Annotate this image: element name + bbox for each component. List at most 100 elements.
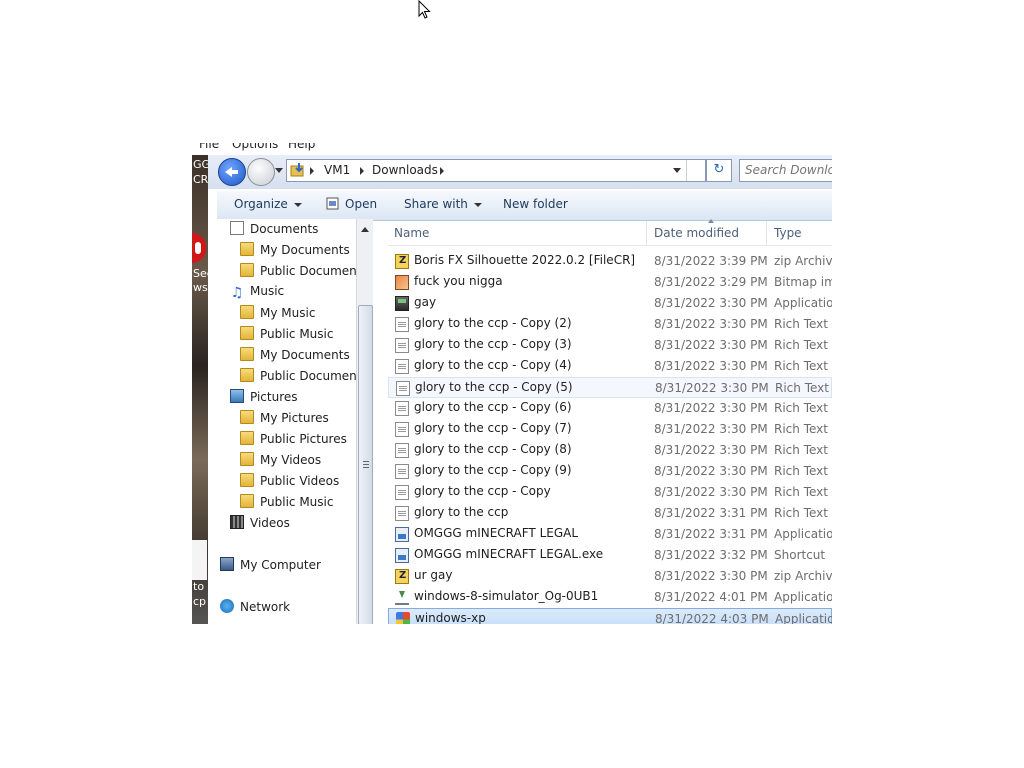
nav-item[interactable]: Network xyxy=(220,599,290,619)
file-row[interactable]: windows-8-simulator_Og-0UB1 8/31/2022 4:0… xyxy=(388,587,832,608)
file-row[interactable]: glory to the ccp - Copy (5) 8/31/2022 3:3… xyxy=(388,377,832,398)
nav-item[interactable]: My Documents xyxy=(240,347,350,367)
file-row[interactable]: ur gay 8/31/2022 3:30 PM zip Archive xyxy=(388,566,832,587)
menu-options[interactable]: Options xyxy=(232,143,278,151)
file-row[interactable]: glory to the ccp - Copy (9) 8/31/2022 3:3… xyxy=(388,461,832,482)
document-icon xyxy=(395,443,409,458)
address-bar[interactable]: VM1 Downloads xyxy=(286,159,706,182)
forward-button[interactable] xyxy=(247,158,275,186)
nav-item[interactable]: ♫ Music xyxy=(230,284,284,304)
search-input[interactable] xyxy=(740,160,832,177)
nav-item[interactable]: Videos xyxy=(230,515,290,535)
file-name: OMGGG mINECRAFT LEGAL xyxy=(414,526,579,540)
folder-icon xyxy=(240,431,254,445)
breadcrumb-separator-icon[interactable] xyxy=(440,167,444,175)
file-row[interactable]: Boris FX Silhouette 2022.0.2 [FileCR] 8/3… xyxy=(388,251,832,272)
nav-item[interactable]: Documents xyxy=(230,221,318,241)
nav-item-label: Public Documents xyxy=(260,264,368,278)
nav-item[interactable]: Public Music xyxy=(240,326,333,346)
nav-item-label: Pictures xyxy=(250,390,298,404)
file-row[interactable]: glory to the ccp - Copy (2) 8/31/2022 3:3… xyxy=(388,314,832,335)
file-type: Shortcut xyxy=(774,548,826,562)
nav-item[interactable]: Public Documents xyxy=(240,263,368,283)
desktop-icon-label: cp xyxy=(193,595,207,608)
file-row[interactable]: glory to the ccp 8/31/2022 3:31 PM Rich Te… xyxy=(388,503,832,524)
column-header-type[interactable]: Type xyxy=(774,226,802,240)
column-header-date-modified[interactable]: Date modified xyxy=(654,226,739,240)
nav-item[interactable]: Public Pictures xyxy=(240,431,347,451)
nav-item[interactable]: My Pictures xyxy=(240,410,329,430)
search-box[interactable] xyxy=(739,159,832,182)
navigation-pane-scrollbar[interactable] xyxy=(356,219,373,624)
nav-item-label: My Videos xyxy=(260,453,322,467)
nav-item[interactable]: My Music xyxy=(240,305,315,325)
file-row[interactable]: glory to the ccp - Copy (8) 8/31/2022 3:3… xyxy=(388,440,832,461)
nav-item[interactable]: My Computer xyxy=(220,557,321,577)
menu-file[interactable]: File xyxy=(199,143,219,151)
nav-item[interactable]: My Documents xyxy=(240,242,350,262)
desktop-app-icon[interactable] xyxy=(192,233,206,263)
file-row[interactable]: gay 8/31/2022 3:30 PM Application xyxy=(388,293,832,314)
new-folder-button[interactable]: New folder xyxy=(503,197,568,211)
refresh-button[interactable]: ↻ xyxy=(706,159,732,182)
windows-xp-icon xyxy=(396,612,410,624)
nav-item[interactable]: Public Documents xyxy=(240,368,368,388)
folder-icon xyxy=(240,242,254,256)
file-row[interactable]: fuck you nigga 8/31/2022 3:29 PM Bitmap im… xyxy=(388,272,832,293)
file-row[interactable]: glory to the ccp - Copy (4) 8/31/2022 3:3… xyxy=(388,356,832,377)
nav-item-label: Videos xyxy=(250,516,290,530)
folder-icon xyxy=(240,473,254,487)
file-name: glory to the ccp - Copy (7) xyxy=(414,421,572,435)
file-row[interactable]: windows-xp 8/31/2022 4:03 PM Application xyxy=(388,608,832,624)
scroll-up-icon[interactable] xyxy=(361,227,369,232)
nav-item-label: My Documents xyxy=(260,348,350,362)
organize-label: Organize xyxy=(234,197,288,211)
column-header-name[interactable]: Name xyxy=(394,226,429,240)
back-button[interactable] xyxy=(218,158,246,186)
file-row[interactable]: OMGGG mINECRAFT LEGAL.exe 8/31/2022 3:32 … xyxy=(388,545,832,566)
document-icon xyxy=(395,401,409,416)
open-button[interactable]: Open xyxy=(326,197,377,211)
nav-item-label: Public Videos xyxy=(260,474,340,488)
organize-button[interactable]: Organize xyxy=(234,197,302,211)
file-row[interactable]: glory to the ccp - Copy (6) 8/31/2022 3:3… xyxy=(388,398,832,419)
file-date-modified: 8/31/2022 3:31 PM xyxy=(654,527,768,541)
nav-item-label: Public Music xyxy=(260,327,334,341)
file-date-modified: 8/31/2022 4:01 PM xyxy=(654,590,768,604)
scrollbar-thumb[interactable] xyxy=(358,305,373,624)
share-with-button[interactable]: Share with xyxy=(404,197,482,211)
chevron-down-icon xyxy=(473,202,482,207)
breadcrumb-vm1[interactable]: VM1 xyxy=(324,163,350,177)
open-file-icon xyxy=(326,197,339,210)
breadcrumb-separator-icon[interactable] xyxy=(360,167,364,175)
file-date-modified: 8/31/2022 3:29 PM xyxy=(654,275,768,289)
nav-item[interactable]: My Videos xyxy=(240,452,321,472)
recent-pages-dropdown-icon[interactable] xyxy=(275,168,283,173)
file-type: Bitmap image xyxy=(774,275,832,289)
file-row[interactable]: glory to the ccp - Copy (3) 8/31/2022 3:3… xyxy=(388,335,832,356)
file-type: Rich Text Document xyxy=(774,485,832,499)
file-row[interactable]: glory to the ccp - Copy (7) 8/31/2022 3:3… xyxy=(388,419,832,440)
file-name: OMGGG mINECRAFT LEGAL.exe xyxy=(414,547,604,561)
address-history-dropdown-icon[interactable] xyxy=(673,168,681,173)
folder-icon xyxy=(240,305,254,319)
breadcrumb-separator-icon[interactable] xyxy=(310,167,314,175)
file-type: Rich Text Document xyxy=(774,422,832,436)
navigation-bar: VM1 Downloads ↻ xyxy=(208,155,832,189)
file-row[interactable]: glory to the ccp - Copy 8/31/2022 3:30 PM… xyxy=(388,482,832,503)
menu-help[interactable]: Help xyxy=(288,143,315,151)
file-name: glory to the ccp xyxy=(414,505,509,519)
file-type: Application xyxy=(775,612,832,624)
sort-ascending-icon xyxy=(708,219,714,223)
document-icon xyxy=(396,381,410,396)
breadcrumb-downloads[interactable]: Downloads xyxy=(372,163,438,177)
nav-item[interactable]: Public Music xyxy=(240,494,333,514)
file-row[interactable]: OMGGG mINECRAFT LEGAL 8/31/2022 3:31 PM Ap… xyxy=(388,524,832,545)
file-name: glory to the ccp - Copy xyxy=(414,484,551,498)
file-type: zip Archive xyxy=(774,254,832,268)
document-icon xyxy=(395,506,409,521)
desktop-document-icon[interactable] xyxy=(192,540,207,580)
nav-item[interactable]: Pictures xyxy=(230,389,298,409)
folder-icon xyxy=(240,452,254,466)
nav-item[interactable]: Public Videos xyxy=(240,473,339,493)
